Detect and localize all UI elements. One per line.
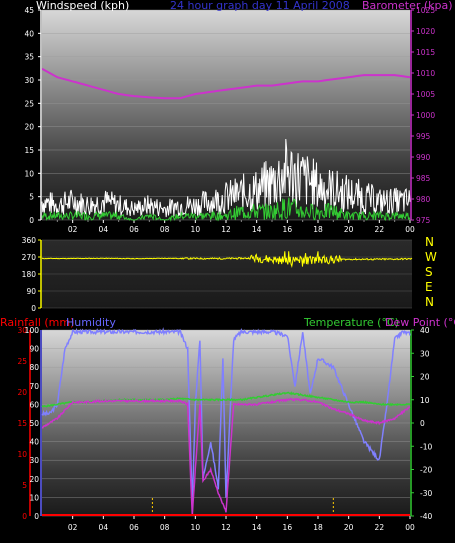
baro-tick-label: 995	[416, 132, 431, 141]
humidity-tick-label: 50	[29, 419, 39, 428]
x-tick-label: 20	[344, 523, 354, 532]
x-tick-label: 10	[191, 225, 201, 234]
baro-tick-label: 1010	[416, 69, 435, 78]
temp-tick-label: -20	[420, 466, 432, 475]
wind-tick-label: 10	[24, 169, 34, 178]
humidity-tick-label: 20	[29, 475, 39, 484]
x-tick-label: 04	[99, 523, 109, 532]
x-tick-label: 16	[283, 225, 293, 234]
direction-tick-label: 270	[22, 253, 37, 262]
humidity-tick-label: 10	[29, 493, 39, 502]
wind-tick-label: 30	[24, 76, 34, 85]
temp-tick-label: 20	[420, 373, 430, 382]
rain-tick-label: 15	[17, 419, 27, 428]
humidity-axis-label: Humidity	[66, 316, 116, 329]
compass-letter: N	[425, 235, 434, 249]
compass-letter: W	[425, 250, 437, 264]
x-tick-label: 22	[375, 523, 385, 532]
rain-tick-label: 25	[17, 357, 27, 366]
humidity-tick-label: 70	[29, 382, 39, 391]
x-tick-label: 08	[160, 523, 170, 532]
x-tick-label: 02	[68, 225, 78, 234]
x-tick-label: 06	[129, 225, 139, 234]
rain-axis-label: Rainfall (mm)	[0, 316, 74, 329]
rain-tick-label: 20	[17, 388, 27, 397]
compass-letter: S	[425, 265, 433, 279]
compass-letter: N	[425, 295, 434, 309]
temp-tick-label: -10	[420, 442, 432, 451]
baro-tick-label: 1000	[416, 111, 435, 120]
humidity-tick-label: 60	[29, 400, 39, 409]
rain-tick-label: 0	[22, 512, 27, 521]
weather-chart: 051015202530354045 975980985990995100010…	[0, 0, 455, 532]
humidity-tick-label: 90	[29, 345, 39, 354]
x-tick-label: 14	[252, 523, 262, 532]
x-tick-label: 22	[375, 225, 385, 234]
x-tick-label: 18	[313, 523, 323, 532]
baro-tick-label: 980	[416, 195, 431, 204]
x-tick-label: 20	[344, 225, 354, 234]
direction-tick-label: 90	[26, 287, 36, 296]
wind-tick-label: 45	[24, 6, 34, 15]
direction-tick-label: 0	[31, 304, 36, 313]
wind-tick-label: 35	[24, 53, 34, 62]
wind-tick-label: 40	[24, 29, 34, 38]
chart-title: 24 hour graph day 11 April 2008	[170, 0, 350, 12]
wind-tick-label: 0	[29, 216, 34, 225]
rain-tick-label: 5	[22, 481, 27, 490]
x-tick-label: 12	[221, 523, 231, 532]
humidity-tick-label: 0	[34, 512, 39, 521]
x-tick-label: 18	[313, 225, 323, 234]
humidity-tick-label: 40	[29, 438, 39, 447]
direction-tick-label: 180	[22, 270, 37, 279]
x-tick-label: 12	[221, 225, 231, 234]
baro-tick-label: 1020	[416, 27, 435, 36]
wind-tick-label: 15	[24, 146, 34, 155]
baro-tick-label: 1005	[416, 90, 435, 99]
x-tick-label: 08	[160, 225, 170, 234]
temp-tick-label: 30	[420, 349, 430, 358]
temp-tick-label: 0	[420, 419, 425, 428]
x-tick-label: 06	[129, 523, 139, 532]
x-tick-label: 00	[405, 523, 415, 532]
baro-tick-label: 985	[416, 174, 431, 183]
dewpoint-axis-label: Dew Point (°C)	[385, 316, 455, 329]
baro-tick-label: 1015	[416, 48, 435, 57]
x-tick-label: 10	[191, 523, 201, 532]
baro-axis-label: Barometer (kpa)	[362, 0, 453, 12]
wind-plot-area	[42, 10, 410, 220]
wind-tick-label: 25	[24, 99, 34, 108]
rain-tick-label: 10	[17, 450, 27, 459]
baro-tick-label: 990	[416, 153, 431, 162]
humidity-tick-label: 30	[29, 456, 39, 465]
temp-tick-label: 10	[420, 396, 430, 405]
x-tick-label: 02	[68, 523, 78, 532]
baro-tick-label: 975	[416, 216, 431, 225]
wind-tick-label: 5	[29, 193, 34, 202]
humidity-tick-label: 80	[29, 363, 39, 372]
direction-tick-label: 360	[22, 236, 37, 245]
x-tick-label: 04	[99, 225, 109, 234]
compass-letter: E	[425, 280, 433, 294]
wind-axis-label: Windspeed (kph)	[36, 0, 129, 12]
x-tick-label: 16	[283, 523, 293, 532]
x-tick-label: 14	[252, 225, 262, 234]
temp-tick-label: -30	[420, 489, 432, 498]
wind-tick-label: 20	[24, 123, 34, 132]
x-tick-label: 00	[405, 225, 415, 234]
temp-tick-label: -40	[420, 512, 432, 521]
